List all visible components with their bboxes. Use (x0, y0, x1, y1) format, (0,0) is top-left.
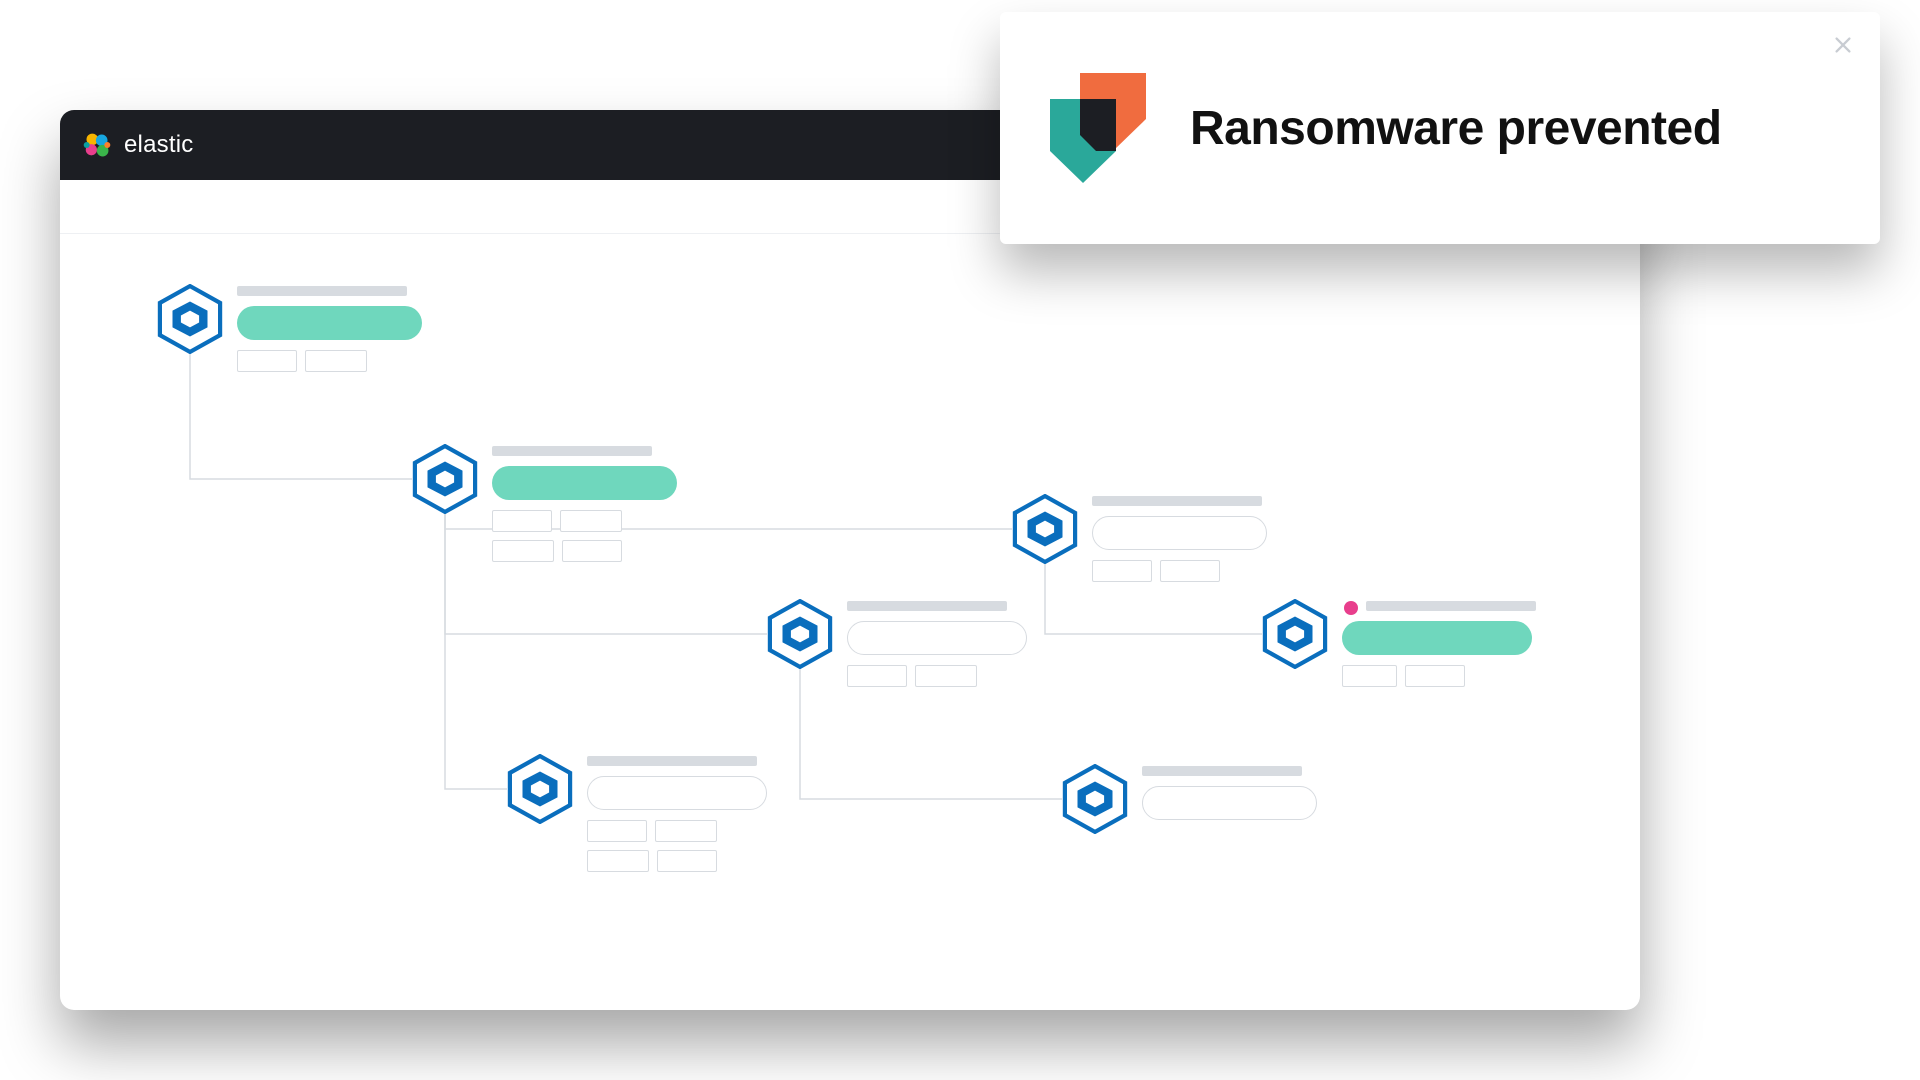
alert-toast-title: Ransomware prevented (1190, 101, 1722, 156)
process-tag[interactable] (237, 350, 297, 372)
process-title-placeholder (587, 756, 757, 766)
process-tag[interactable] (1405, 665, 1465, 687)
process-label-pill[interactable] (1142, 786, 1317, 820)
alert-toast: Ransomware prevented (1000, 12, 1880, 244)
process-label-pill[interactable] (587, 776, 767, 810)
process-tags (237, 350, 422, 372)
process-title-placeholder (1142, 766, 1302, 776)
process-tag[interactable] (657, 850, 717, 872)
process-tag[interactable] (562, 540, 622, 562)
process-tags (1342, 665, 1532, 687)
process-label-pill[interactable] (492, 466, 677, 500)
process-title-placeholder (1366, 601, 1536, 611)
process-node[interactable] (765, 599, 1037, 687)
process-node-body (1142, 764, 1332, 820)
process-tag[interactable] (305, 350, 367, 372)
app-window: elastic (60, 110, 1640, 1010)
process-label-pill[interactable] (847, 621, 1027, 655)
process-hex-icon (410, 444, 480, 514)
process-hex-icon (1060, 764, 1130, 834)
process-label-pill[interactable] (1342, 621, 1532, 655)
process-node-body (237, 284, 427, 372)
brand-name: elastic (124, 131, 193, 159)
process-node[interactable] (1010, 494, 1282, 582)
close-icon[interactable] (1832, 34, 1854, 56)
process-tag[interactable] (1342, 665, 1397, 687)
process-label-pill[interactable] (1092, 516, 1267, 550)
process-tag[interactable] (492, 510, 552, 532)
process-node[interactable] (505, 754, 777, 872)
process-hex-icon (505, 754, 575, 824)
process-node-body (492, 444, 682, 562)
alert-indicator-icon (1344, 601, 1358, 615)
process-node-body (1092, 494, 1282, 582)
process-tags (587, 820, 767, 872)
process-label-pill[interactable] (237, 306, 422, 340)
process-tag[interactable] (915, 665, 977, 687)
shield-icon (1050, 73, 1146, 183)
process-tag[interactable] (847, 665, 907, 687)
process-title-placeholder (1092, 496, 1262, 506)
process-tag[interactable] (560, 510, 622, 532)
process-tree-canvas[interactable] (60, 234, 1640, 1010)
process-hex-icon (1010, 494, 1080, 564)
process-tag[interactable] (1160, 560, 1220, 582)
process-node[interactable] (155, 284, 427, 372)
process-tags (1092, 560, 1267, 582)
process-title-placeholder (237, 286, 407, 296)
process-tag[interactable] (587, 850, 649, 872)
process-title-placeholder (492, 446, 652, 456)
process-tags (492, 510, 677, 562)
process-node-body (847, 599, 1037, 687)
process-title-placeholder (847, 601, 1007, 611)
process-node[interactable] (1260, 599, 1536, 687)
process-tags (847, 665, 1027, 687)
process-hex-icon (765, 599, 835, 669)
process-node-body (1342, 599, 1536, 687)
elastic-logo-icon (82, 130, 112, 160)
process-node[interactable] (410, 444, 682, 562)
process-tag[interactable] (492, 540, 554, 562)
process-tag[interactable] (1092, 560, 1152, 582)
process-hex-icon (1260, 599, 1330, 669)
process-tag[interactable] (655, 820, 717, 842)
process-node[interactable] (1060, 764, 1332, 834)
process-hex-icon (155, 284, 225, 354)
process-tag[interactable] (587, 820, 647, 842)
process-node-body (587, 754, 777, 872)
